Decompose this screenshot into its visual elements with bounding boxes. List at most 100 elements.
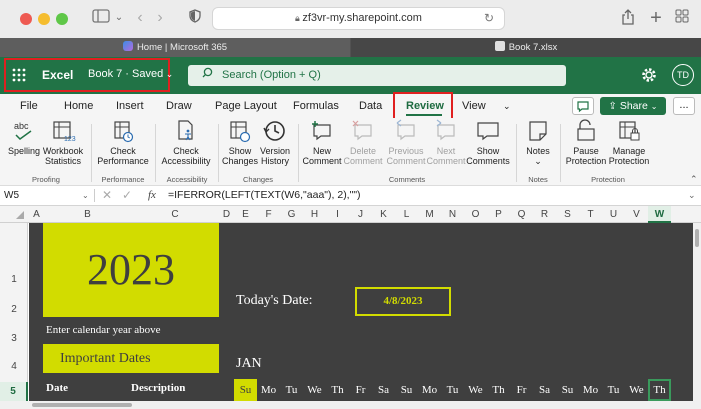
tab-home[interactable]: Home <box>64 94 93 118</box>
weekday-cell[interactable]: Sa <box>533 379 556 401</box>
spelling-button[interactable]: abc Spelling <box>4 118 44 172</box>
confirm-icon[interactable]: ✓ <box>122 186 132 205</box>
weekday-cell[interactable]: Fr <box>349 379 372 401</box>
weekday-cell[interactable]: Su <box>234 379 257 401</box>
row-header[interactable]: 1 <box>0 274 28 285</box>
row-header-selected[interactable]: 5 <box>0 382 28 401</box>
address-bar[interactable]: 🔒︎ zf3vr-my.sharepoint.com ↻ <box>212 7 505 30</box>
share-button[interactable]: ⇪ Share ⌄ <box>600 97 666 115</box>
weekday-cell[interactable]: Mo <box>418 379 441 401</box>
column-header[interactable]: H <box>303 206 326 223</box>
check-performance-button[interactable]: Check Performance <box>96 118 150 172</box>
chevron-down-icon[interactable]: ⌄ <box>112 9 126 27</box>
column-header[interactable]: B <box>44 206 131 223</box>
column-header[interactable]: K <box>372 206 395 223</box>
weekday-cell[interactable]: Tu <box>441 379 464 401</box>
column-header[interactable]: U <box>602 206 625 223</box>
tab-insert[interactable]: Insert <box>116 94 144 118</box>
horizontal-scrollbar[interactable] <box>0 401 701 409</box>
vertical-scroll-thumb[interactable] <box>695 229 699 247</box>
column-header[interactable]: A <box>29 206 44 223</box>
weekday-cell[interactable]: Sa <box>372 379 395 401</box>
tab-view[interactable]: View <box>462 94 486 118</box>
show-changes-button[interactable]: Show Changes <box>222 118 258 172</box>
column-header-selected[interactable]: W <box>648 206 671 223</box>
column-header[interactable]: O <box>464 206 487 223</box>
todays-date-cell[interactable]: 4/8/2023 <box>355 287 451 316</box>
zoom-window-button[interactable] <box>56 13 68 25</box>
year-cell[interactable]: 2023 <box>43 223 219 317</box>
back-button[interactable]: ‹ <box>130 9 150 27</box>
tab-formulas[interactable]: Formulas <box>293 94 339 118</box>
column-header[interactable]: S <box>556 206 579 223</box>
column-header[interactable]: P <box>487 206 510 223</box>
column-header[interactable]: V <box>625 206 648 223</box>
selected-cell-W5[interactable]: Th <box>648 379 671 401</box>
vertical-scrollbar[interactable] <box>693 223 701 401</box>
tab-draw[interactable]: Draw <box>166 94 192 118</box>
check-accessibility-button[interactable]: Check Accessibility <box>159 118 213 172</box>
tab-file[interactable]: File <box>20 94 38 118</box>
column-header[interactable]: E <box>234 206 257 223</box>
weekday-cell[interactable]: Tu <box>280 379 303 401</box>
column-header[interactable]: T <box>579 206 602 223</box>
column-header[interactable]: L <box>395 206 418 223</box>
forward-button[interactable]: › <box>150 9 170 27</box>
new-comment-button[interactable]: New Comment <box>302 118 342 172</box>
horizontal-scroll-thumb[interactable] <box>32 403 132 407</box>
weekday-cell[interactable]: Su <box>556 379 579 401</box>
column-header[interactable]: N <box>441 206 464 223</box>
weekday-cell[interactable]: Su <box>395 379 418 401</box>
weekday-cell[interactable]: Th <box>487 379 510 401</box>
more-options-button[interactable]: ... <box>673 97 695 115</box>
version-history-button[interactable]: Version History <box>257 118 293 172</box>
tab-book7[interactable]: Book 7.xlsx <box>351 38 701 57</box>
name-box[interactable]: W5 ⌄ <box>4 186 89 205</box>
workbook-title[interactable]: Book 7 · Saved ⌄ <box>88 68 173 80</box>
column-header[interactable]: F <box>257 206 280 223</box>
app-launcher-icon[interactable] <box>12 68 26 82</box>
minimize-window-button[interactable] <box>38 13 50 25</box>
pause-protection-button[interactable]: Pause Protection <box>563 118 609 172</box>
show-comments-button[interactable]: Show Comments <box>466 118 510 172</box>
weekday-cell[interactable]: We <box>625 379 648 401</box>
collapse-ribbon-icon[interactable]: ⌃ <box>690 174 698 185</box>
manage-protection-button[interactable]: Manage Protection <box>606 118 652 172</box>
row-header[interactable]: 2 <box>0 304 28 315</box>
column-header[interactable]: I <box>326 206 349 223</box>
chevron-down-icon[interactable]: ⌄ <box>503 94 511 118</box>
column-header[interactable]: C <box>131 206 219 223</box>
workbook-statistics-button[interactable]: 123 Workbook Statistics <box>40 118 86 172</box>
tab-page-layout[interactable]: Page Layout <box>215 94 277 118</box>
sidebar-icon[interactable] <box>90 9 112 27</box>
weekday-cell[interactable]: We <box>303 379 326 401</box>
weekday-cell[interactable]: Th <box>326 379 349 401</box>
function-icon[interactable]: fx <box>148 186 156 205</box>
column-header[interactable]: D <box>219 206 234 223</box>
worksheet-grid[interactable]: 2023 Today's Date: 4/8/2023 Enter calend… <box>29 223 693 401</box>
tab-data[interactable]: Data <box>359 94 382 118</box>
column-header[interactable]: Q <box>510 206 533 223</box>
weekday-cell[interactable]: Tu <box>602 379 625 401</box>
select-all-corner[interactable] <box>16 211 24 219</box>
delete-comment-button[interactable]: Delete Comment <box>343 118 383 172</box>
share-icon[interactable] <box>618 9 638 27</box>
app-name[interactable]: Excel <box>42 68 73 82</box>
next-comment-button[interactable]: Next Comment <box>426 118 466 172</box>
row-header[interactable]: 4 <box>0 361 28 372</box>
previous-comment-button[interactable]: Previous Comment <box>384 118 428 172</box>
row-header[interactable]: 3 <box>0 333 28 344</box>
weekday-cell[interactable]: Mo <box>257 379 280 401</box>
new-tab-icon[interactable]: + <box>646 8 666 28</box>
important-dates-header[interactable]: Important Dates <box>43 344 219 373</box>
column-header[interactable]: R <box>533 206 556 223</box>
weekday-cell[interactable]: Fr <box>510 379 533 401</box>
weekday-cell[interactable]: We <box>464 379 487 401</box>
tab-overview-icon[interactable] <box>672 9 692 27</box>
formula-input[interactable]: =IFERROR(LEFT(TEXT(W6,"aaa"), 2),"") <box>168 186 361 205</box>
avatar[interactable]: TD <box>672 64 694 86</box>
search-box[interactable]: Search (Option + Q) <box>188 65 566 86</box>
column-header[interactable]: M <box>418 206 441 223</box>
privacy-shield-icon[interactable] <box>186 9 204 27</box>
notes-button[interactable]: Notes ⌄ <box>520 118 556 172</box>
